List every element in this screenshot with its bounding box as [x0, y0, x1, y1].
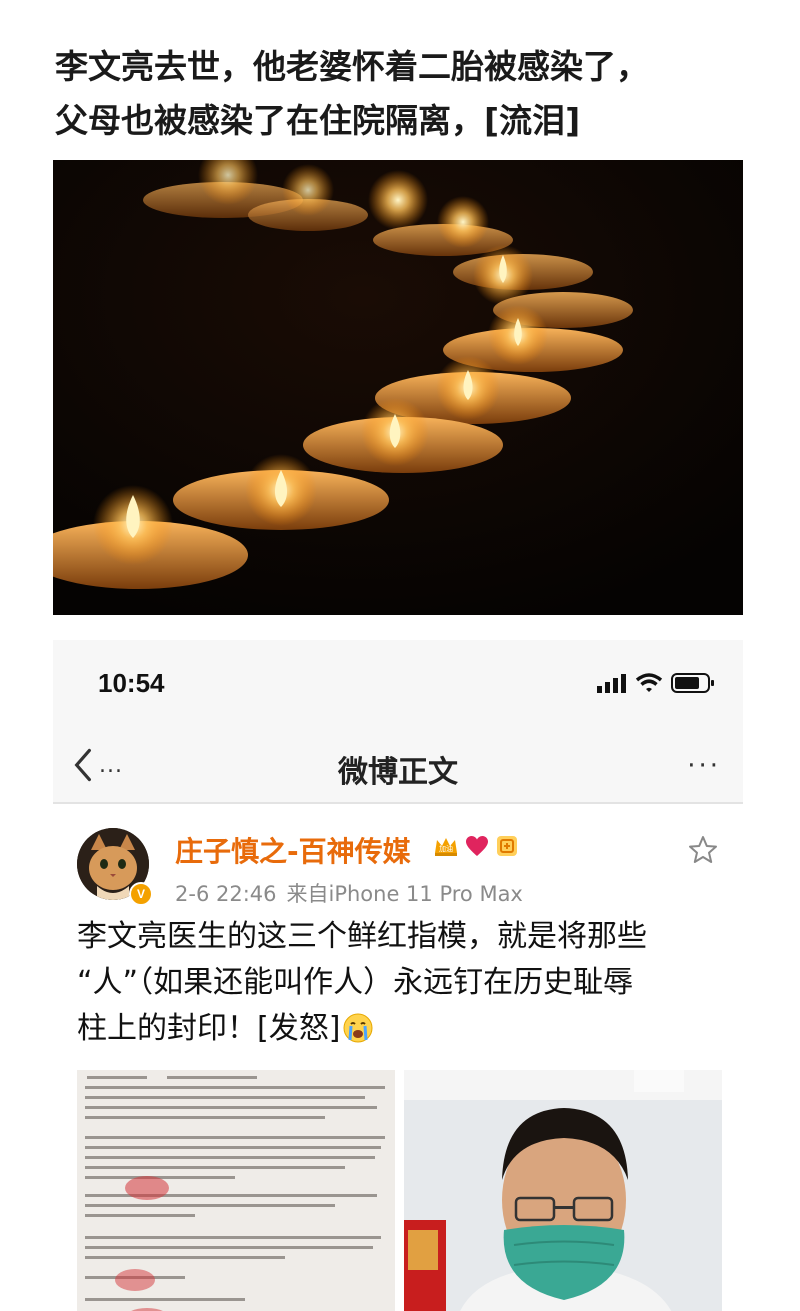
post-body-line-3: 柱上的封印！[发怒] — [77, 1006, 717, 1052]
candles-photo[interactable] — [53, 160, 743, 615]
weibo-post: V 庄子慎之-百神传媒 加油 2-6 22:46 来自iPhone 11 Pro … — [53, 804, 743, 1311]
post-body-line-1: 李文亮医生的这三个鲜红指模，就是将那些 — [77, 919, 647, 954]
status-icons — [597, 670, 715, 696]
post-body-line-3-text: 柱上的封印！[发怒] — [77, 1011, 341, 1046]
post-body-line-2: “人”（如果还能叫作人）永远钉在历史耻辱 — [77, 965, 634, 1000]
post-caption: 李文亮去世，他老婆怀着二胎被感染了， 父母也被感染了在住院隔离，[流泪] — [55, 40, 755, 148]
more-icon[interactable]: ··· — [687, 751, 721, 781]
member-icon — [497, 836, 517, 856]
wifi-icon — [635, 673, 663, 692]
badge-text: 加油 — [439, 844, 453, 853]
heart-icon — [466, 836, 488, 856]
post-meta: 2-6 22:46 来自iPhone 11 Pro Max — [175, 878, 523, 908]
battery-icon — [671, 673, 714, 693]
post-source: 来自iPhone 11 Pro Max — [286, 882, 523, 906]
post-caption-line-1: 李文亮去世，他老婆怀着二胎被感染了， — [55, 47, 649, 86]
status-time: 10:54 — [98, 668, 165, 698]
crying-emoji-icon — [343, 1013, 373, 1043]
status-bar: 10:54 — [53, 640, 743, 730]
user-badges: 加油 — [433, 834, 519, 858]
document-image[interactable] — [77, 1070, 395, 1311]
doctor-photo[interactable] — [404, 1070, 722, 1311]
post-body: 李文亮医生的这三个鲜红指模，就是将那些 “人”（如果还能叫作人）永远钉在历史耻辱… — [77, 914, 717, 1052]
signal-icon — [597, 674, 626, 693]
star-icon[interactable] — [687, 834, 719, 866]
verified-badge: V — [129, 882, 153, 906]
post-time: 2-6 22:46 — [175, 882, 277, 906]
post-caption-line-2: 父母也被感染了在住院隔离，[流泪] — [55, 101, 581, 140]
page-title: 微博正文 — [338, 755, 458, 790]
crown-icon: 加油 — [435, 838, 457, 856]
weibo-screenshot[interactable]: 10:54 ... 微博正文 ··· V 庄子慎之-百神传媒 加油 2-6 22… — [53, 640, 743, 1311]
username[interactable]: 庄子慎之-百神传媒 — [175, 830, 411, 870]
nav-bar: ... 微博正文 ··· — [53, 735, 743, 803]
